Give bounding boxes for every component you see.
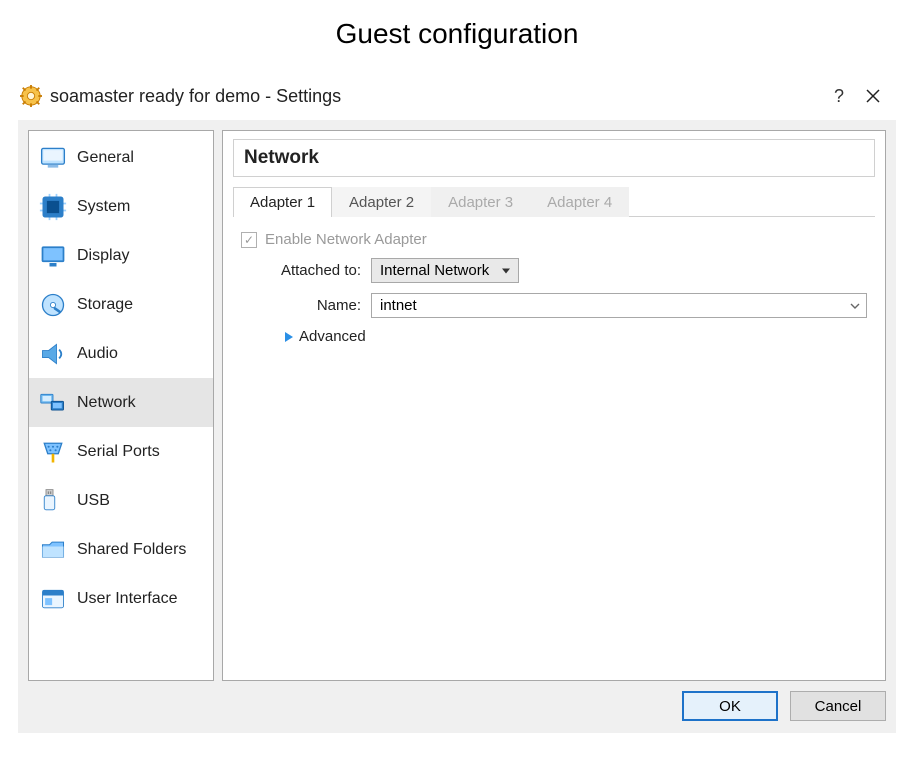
triangle-right-icon [285, 332, 293, 342]
usb-icon [39, 487, 67, 515]
sidebar-item-audio[interactable]: Audio [29, 329, 213, 378]
advanced-disclosure[interactable]: Advanced [241, 328, 867, 345]
close-icon[interactable] [856, 82, 890, 110]
sidebar-item-label: USB [77, 492, 110, 510]
name-combobox[interactable] [371, 293, 867, 318]
attached-to-row: Attached to: Internal Network [241, 258, 867, 283]
cancel-button[interactable]: Cancel [790, 691, 886, 721]
name-input[interactable] [372, 294, 844, 317]
attached-to-value: Internal Network [380, 262, 489, 279]
ok-button[interactable]: OK [682, 691, 778, 721]
check-icon: ✓ [241, 232, 257, 248]
audio-icon [39, 340, 67, 368]
sidebar-item-label: Network [77, 394, 136, 412]
tab-adapter-3: Adapter 3 [431, 187, 530, 217]
settings-dialog: soamaster ready for demo - Settings ? Ge… [18, 78, 896, 733]
titlebar: soamaster ready for demo - Settings ? [18, 78, 896, 120]
advanced-label: Advanced [299, 328, 366, 345]
attached-to-label: Attached to: [241, 262, 371, 279]
panel-heading: Network [233, 139, 875, 177]
sidebar-item-label: Audio [77, 345, 118, 363]
dialog-button-row: OK Cancel [28, 691, 886, 721]
user-interface-icon [39, 585, 67, 613]
checkbox-label: Enable Network Adapter [265, 231, 427, 248]
display-icon [39, 242, 67, 270]
name-row: Name: [241, 293, 867, 318]
shared-folders-icon [39, 536, 67, 564]
dialog-body: General System Display [18, 120, 896, 733]
attached-to-select[interactable]: Internal Network [371, 258, 519, 283]
network-icon [39, 389, 67, 417]
help-icon[interactable]: ? [822, 82, 856, 110]
settings-sidebar: General System Display [28, 130, 214, 681]
sidebar-item-label: Shared Folders [77, 541, 186, 559]
tab-adapter-1[interactable]: Adapter 1 [233, 187, 332, 217]
sidebar-item-label: Serial Ports [77, 443, 160, 461]
sidebar-item-general[interactable]: General [29, 133, 213, 182]
tab-adapter-2[interactable]: Adapter 2 [332, 187, 431, 217]
tab-adapter-4: Adapter 4 [530, 187, 629, 217]
sidebar-item-label: System [77, 198, 130, 216]
sidebar-item-serial-ports[interactable]: Serial Ports [29, 427, 213, 476]
general-icon [39, 144, 67, 172]
window-title: soamaster ready for demo - Settings [50, 86, 822, 107]
sidebar-item-user-interface[interactable]: User Interface [29, 574, 213, 623]
adapter-1-panel: ✓ Enable Network Adapter Attached to: In… [233, 217, 875, 353]
adapter-tabs: Adapter 1 Adapter 2 Adapter 3 Adapter 4 [233, 187, 875, 217]
enable-network-adapter-checkbox: ✓ Enable Network Adapter [241, 231, 867, 248]
settings-main-panel: Network Adapter 1 Adapter 2 Adapter 3 Ad… [222, 130, 886, 681]
sidebar-item-label: General [77, 149, 134, 167]
sidebar-item-system[interactable]: System [29, 182, 213, 231]
sidebar-item-network[interactable]: Network [29, 378, 213, 427]
sidebar-item-shared-folders[interactable]: Shared Folders [29, 525, 213, 574]
sidebar-item-storage[interactable]: Storage [29, 280, 213, 329]
serial-ports-icon [39, 438, 67, 466]
chevron-down-icon[interactable] [844, 294, 866, 317]
storage-icon [39, 291, 67, 319]
app-gear-icon [20, 85, 42, 107]
name-label: Name: [241, 297, 371, 314]
sidebar-item-label: Display [77, 247, 129, 265]
sidebar-item-usb[interactable]: USB [29, 476, 213, 525]
system-icon [39, 193, 67, 221]
sidebar-item-label: User Interface [77, 590, 177, 608]
sidebar-item-display[interactable]: Display [29, 231, 213, 280]
page-title: Guest configuration [0, 18, 914, 50]
sidebar-item-label: Storage [77, 296, 133, 314]
